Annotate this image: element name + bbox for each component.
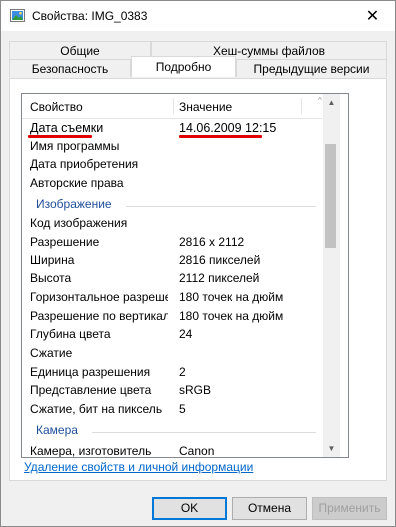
tab-general[interactable]: Общие [9,41,151,59]
row-name: Авторские права [30,176,124,190]
vertical-scrollbar[interactable]: ▲ ▼ [323,94,340,457]
row-name: Код изображения [30,216,128,230]
row-value: Canon [179,444,215,458]
group-label: Изображение [36,197,112,211]
tab-details[interactable]: Подробно [131,56,236,77]
table-row[interactable]: Разрешение 2816 x 2112 [22,233,322,252]
row-name: Дата съемки [30,121,104,135]
row-value: 2816 x 2112 [179,235,245,249]
row-name: Глубина цвета [30,327,111,341]
table-row[interactable]: Сжатие [22,344,322,363]
properties-dialog: Свойства: IMG_0383 ✕ Общие Хеш-суммы фай… [0,0,396,527]
table-row[interactable]: Ширина 2816 пикселей [22,251,322,270]
row-value: 180 точек на дюйм [179,290,284,304]
column-header-value[interactable]: Значение [179,100,232,114]
row-name: Единица разрешения [30,365,151,379]
row-value: 14.06.2009 12:15 [179,121,277,135]
scroll-down-icon[interactable]: ▼ [323,440,340,457]
table-row[interactable]: Горизонтальное разрешение 180 точек на д… [22,288,322,307]
window-title: Свойства: IMG_0383 [32,9,148,23]
row-name: Ширина [30,253,75,267]
row-value: 24 [179,327,193,341]
row-name: Высота [30,271,72,285]
row-value: 2816 пикселей [179,253,261,267]
ok-button[interactable]: OK [152,497,227,520]
row-value: 2112 пикселей [179,271,260,285]
file-image-icon [10,9,25,22]
table-row[interactable]: Код изображения [22,214,322,233]
row-value: 180 точек на дюйм [179,309,284,323]
table-row[interactable]: Дата приобретения [22,155,322,174]
property-list[interactable]: ^ Свойство Значение Дата съемки 14.06.20… [21,93,349,458]
group-header-image[interactable]: Изображение [22,195,322,214]
row-name: Разрешение [30,235,100,249]
group-divider [126,206,316,207]
scrollbar-thumb[interactable] [325,144,336,248]
row-name: Камера, изготовитель [30,444,152,458]
close-button[interactable]: ✕ [350,1,395,31]
row-name: Имя программы [30,139,120,153]
row-name: Дата приобретения [30,157,139,171]
group-label: Камера [36,423,78,437]
remove-properties-link[interactable]: Удаление свойств и личной информации [24,460,253,474]
title-bar: Свойства: IMG_0383 ✕ [1,1,395,31]
row-name: Горизонтальное разрешение [30,290,168,304]
row-name: Сжатие [30,346,73,360]
group-divider [92,432,316,433]
close-icon: ✕ [365,8,380,25]
table-row[interactable]: Авторские права [22,174,322,193]
table-row[interactable]: Имя программы [22,137,322,156]
group-header-camera[interactable]: Камера [22,421,322,440]
tab-strip: Общие Хеш-суммы файлов Безопасность Подр… [9,41,387,79]
list-header: ^ Свойство Значение [22,94,322,119]
scroll-up-icon[interactable]: ▲ [323,94,340,111]
row-name: Представление цвета [30,383,152,397]
row-name: Разрешение по вертикали [30,309,168,323]
tab-previous-versions[interactable]: Предыдущие версии [236,59,387,77]
table-row[interactable]: Представление цвета sRGB [22,381,322,400]
row-value: 2 [179,365,186,379]
table-row[interactable]: Высота 2112 пикселей [22,269,322,288]
row-name: Сжатие, бит на пиксель [30,402,163,416]
table-row[interactable]: Глубина цвета 24 [22,325,322,344]
table-row[interactable]: Разрешение по вертикали 180 точек на дюй… [22,307,322,326]
column-header-property[interactable]: Свойство [30,100,83,114]
table-row[interactable]: Камера, изготовитель Canon [22,442,322,458]
row-value: 5 [179,402,186,416]
tab-security[interactable]: Безопасность [9,59,131,77]
sort-caret-icon: ^ [318,96,322,105]
details-panel: ^ Свойство Значение Дата съемки 14.06.20… [9,78,387,481]
column-divider[interactable] [173,98,174,114]
column-divider[interactable] [301,98,302,114]
table-row[interactable]: Единица разрешения 2 [22,363,322,382]
cancel-button[interactable]: Отмена [232,497,307,520]
apply-button[interactable]: Применить [312,497,387,520]
table-row[interactable]: Сжатие, бит на пиксель 5 [22,400,322,419]
row-value: sRGB [179,383,212,397]
